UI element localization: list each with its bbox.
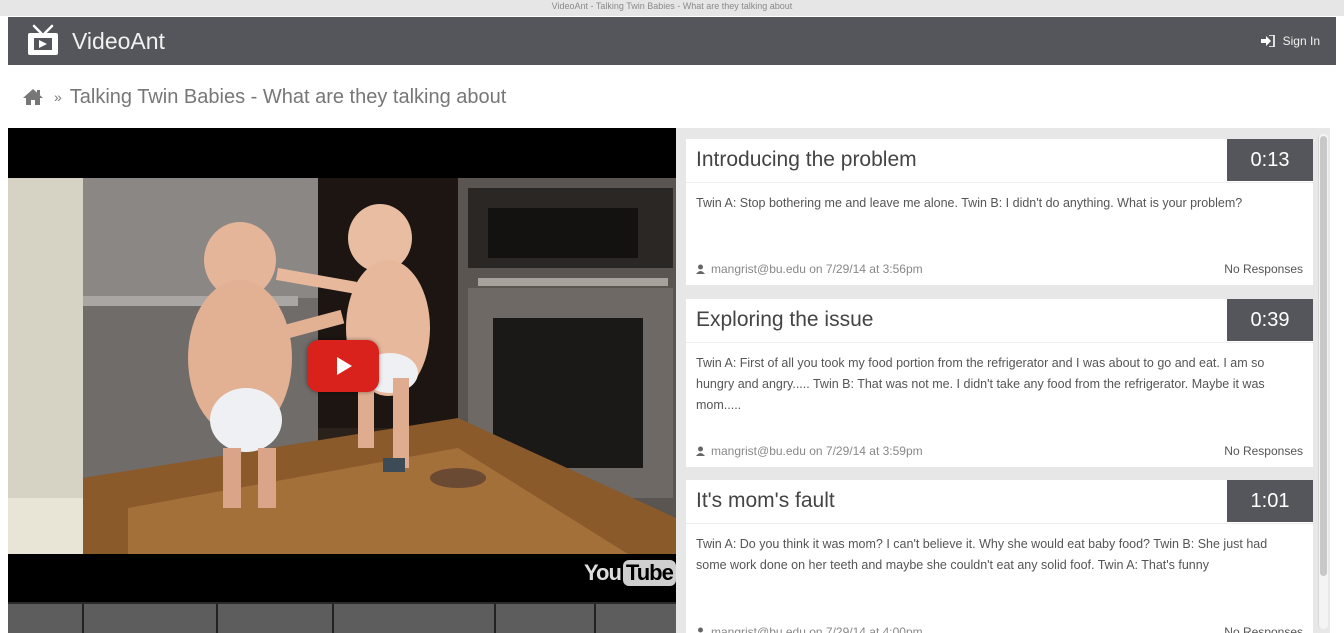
annotation-timestamp[interactable]: 0:39 (1227, 299, 1313, 341)
annotation-list: Introducing the problem 0:13 Twin A: Sto… (676, 128, 1330, 633)
timeline-marker[interactable] (82, 604, 84, 633)
sign-in-link[interactable]: Sign In (1260, 34, 1320, 48)
timeline-marker[interactable] (594, 604, 596, 633)
breadcrumb: » Talking Twin Babies - What are they ta… (22, 84, 506, 110)
play-icon (337, 357, 352, 375)
annotation-body: Twin A: Do you think it was mom? I can't… (686, 523, 1313, 576)
annotation-title: Introducing the problem (696, 148, 917, 171)
breadcrumb-separator: » (54, 89, 62, 105)
sign-in-arrow-icon (1260, 35, 1275, 47)
annotation-title: Exploring the issue (696, 308, 874, 331)
annotation-timestamp[interactable]: 0:13 (1227, 139, 1313, 181)
annotation-title: It's mom's fault (696, 489, 835, 512)
responses-link[interactable]: No Responses (1224, 625, 1303, 633)
annotation-card[interactable]: Introducing the problem 0:13 Twin A: Sto… (686, 139, 1313, 285)
annotation-author-meta: mangrist@bu.edu on 7/29/14 at 3:56pm (711, 262, 923, 276)
videoant-tv-icon (28, 24, 58, 55)
annotation-timeline[interactable] (8, 602, 676, 633)
browser-window-title: VideoAnt - Talking Twin Babies - What ar… (0, 0, 1344, 16)
logo[interactable]: VideoAnt (24, 22, 165, 60)
annotation-body: Twin A: First of all you took my food po… (686, 342, 1313, 416)
brand-name: VideoAnt (72, 27, 165, 54)
youtube-logo-you: You (584, 560, 622, 585)
responses-link[interactable]: No Responses (1224, 262, 1303, 276)
play-button[interactable] (307, 340, 379, 392)
annotation-body: Twin A: Stop bothering me and leave me a… (686, 182, 1313, 214)
youtube-logo[interactable]: You Tube (584, 558, 676, 588)
annotation-author-meta: mangrist@bu.edu on 7/29/14 at 3:59pm (711, 444, 923, 458)
timeline-marker[interactable] (216, 604, 218, 633)
video-player[interactable]: You Tube (8, 128, 676, 633)
scrollbar-thumb[interactable] (1320, 136, 1327, 576)
user-icon (698, 627, 703, 633)
timeline-marker[interactable] (494, 604, 496, 633)
annotation-card[interactable]: Exploring the issue 0:39 Twin A: First o… (686, 299, 1313, 467)
home-icon[interactable] (22, 88, 44, 106)
user-icon (696, 446, 705, 456)
annotation-timestamp[interactable]: 1:01 (1227, 480, 1313, 522)
timeline-marker[interactable] (332, 604, 334, 633)
user-icon (696, 264, 705, 274)
top-navbar: VideoAnt Sign In (8, 17, 1336, 65)
breadcrumb-current: Talking Twin Babies - What are they talk… (69, 85, 507, 108)
annotation-card[interactable]: It's mom's fault 1:01 Twin A: Do you thi… (686, 480, 1313, 633)
scrollbar[interactable] (1318, 134, 1328, 629)
responses-link[interactable]: No Responses (1224, 444, 1303, 458)
youtube-logo-tube: Tube (622, 560, 676, 586)
annotation-author-meta: mangrist@bu.edu on 7/29/14 at 4:00pm (711, 625, 923, 633)
sign-in-label: Sign In (1282, 34, 1320, 48)
